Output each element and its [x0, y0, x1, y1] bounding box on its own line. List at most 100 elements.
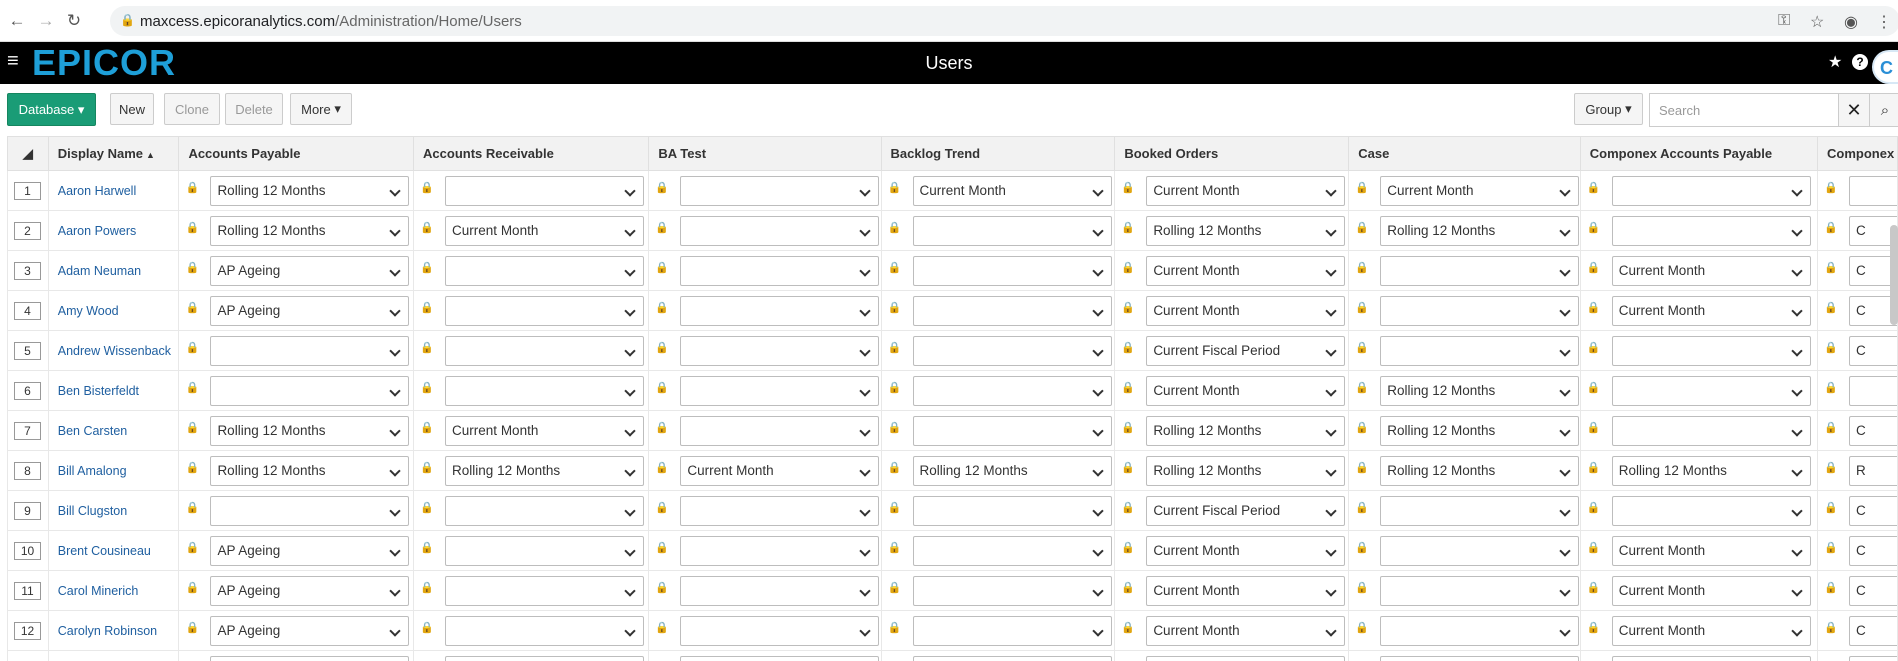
- lock-icon[interactable]: 🔒: [1587, 541, 1601, 554]
- lock-icon[interactable]: 🔒: [420, 501, 434, 514]
- dashboard-select[interactable]: Current Month: [1146, 376, 1346, 406]
- lock-icon[interactable]: 🔒: [185, 341, 199, 354]
- lock-icon[interactable]: 🔒: [1355, 501, 1369, 514]
- lock-icon[interactable]: 🔒: [185, 181, 199, 194]
- dashboard-select[interactable]: C: [1849, 616, 1897, 646]
- dashboard-select[interactable]: [912, 416, 1112, 446]
- user-name-link[interactable]: Bill Amalong: [49, 464, 127, 478]
- lock-icon[interactable]: 🔒: [655, 221, 669, 234]
- row-number[interactable]: 11: [14, 581, 41, 600]
- dashboard-select[interactable]: Current Month: [680, 456, 880, 486]
- dashboard-select[interactable]: [912, 496, 1112, 526]
- dashboard-select[interactable]: [1849, 376, 1897, 406]
- user-name-link[interactable]: Ben Carsten: [49, 424, 127, 438]
- dashboard-select[interactable]: [680, 256, 880, 286]
- dashboard-select[interactable]: C: [1849, 336, 1897, 366]
- lock-icon[interactable]: 🔒: [655, 461, 669, 474]
- lock-icon[interactable]: 🔒: [655, 581, 669, 594]
- lock-icon[interactable]: 🔒: [1824, 301, 1838, 314]
- favorite-star-icon[interactable]: ★: [1828, 52, 1842, 72]
- dashboard-select[interactable]: Rolling 12 Months: [210, 176, 410, 206]
- lock-icon[interactable]: 🔒: [1587, 501, 1601, 514]
- dashboard-select[interactable]: [1611, 216, 1811, 246]
- dashboard-select[interactable]: [445, 496, 645, 526]
- lock-icon[interactable]: 🔒: [185, 541, 199, 554]
- dashboard-select[interactable]: [680, 416, 880, 446]
- lock-icon[interactable]: 🔒: [185, 621, 199, 634]
- dashboard-select[interactable]: [445, 336, 645, 366]
- dashboard-select[interactable]: Current Month: [1611, 616, 1811, 646]
- dashboard-select[interactable]: Current Month: [912, 656, 1112, 661]
- forward-icon[interactable]: →: [35, 10, 57, 32]
- dashboard-select[interactable]: [445, 576, 645, 606]
- lock-icon[interactable]: 🔒: [1121, 181, 1135, 194]
- lock-icon[interactable]: 🔒: [1121, 381, 1135, 394]
- lock-icon[interactable]: 🔒: [655, 261, 669, 274]
- dashboard-select[interactable]: [912, 336, 1112, 366]
- dashboard-select[interactable]: C: [1849, 416, 1897, 446]
- dashboard-select[interactable]: [1380, 616, 1580, 646]
- dashboard-select[interactable]: Current Month: [1611, 296, 1811, 326]
- dashboard-select[interactable]: [445, 616, 645, 646]
- star-icon[interactable]: ☆: [1810, 12, 1824, 32]
- dashboard-select[interactable]: [445, 536, 645, 566]
- clone-button[interactable]: Clone: [164, 93, 220, 125]
- dashboard-select[interactable]: Current Month: [1611, 256, 1811, 286]
- lock-icon[interactable]: 🔒: [1355, 341, 1369, 354]
- lock-icon[interactable]: 🔒: [1355, 621, 1369, 634]
- dashboard-select[interactable]: [912, 296, 1112, 326]
- more-dropdown-button[interactable]: More ▾: [290, 93, 352, 125]
- dashboard-select[interactable]: [1380, 296, 1580, 326]
- lock-icon[interactable]: 🔒: [888, 341, 902, 354]
- lock-icon[interactable]: 🔒: [1121, 341, 1135, 354]
- lock-icon[interactable]: 🔒: [420, 221, 434, 234]
- lock-icon[interactable]: 🔒: [1824, 261, 1838, 274]
- vertical-scrollbar[interactable]: [1890, 225, 1898, 325]
- dashboard-select[interactable]: Rolling 12 Months: [912, 456, 1112, 486]
- user-name-link[interactable]: Ben Bisterfeldt: [49, 384, 139, 398]
- dashboard-select[interactable]: Rolling 12 Months: [1380, 456, 1580, 486]
- lock-icon[interactable]: 🔒: [888, 581, 902, 594]
- lock-icon[interactable]: 🔒: [420, 261, 434, 274]
- dashboard-select[interactable]: [210, 496, 410, 526]
- lock-icon[interactable]: 🔒: [655, 301, 669, 314]
- row-number[interactable]: 8: [14, 461, 41, 480]
- dashboard-select[interactable]: Current Month: [1146, 296, 1346, 326]
- row-number[interactable]: 7: [14, 421, 41, 440]
- lock-icon[interactable]: 🔒: [1121, 621, 1135, 634]
- dashboard-select[interactable]: Current Month: [1146, 256, 1346, 286]
- dashboard-select[interactable]: C: [1849, 656, 1897, 661]
- dashboard-select[interactable]: [912, 376, 1112, 406]
- lock-icon[interactable]: 🔒: [185, 461, 199, 474]
- column-header[interactable]: Case: [1348, 136, 1581, 171]
- lock-icon[interactable]: 🔒: [1824, 181, 1838, 194]
- lock-icon[interactable]: 🔒: [420, 621, 434, 634]
- help-icon[interactable]: ?: [1852, 54, 1868, 70]
- lock-icon[interactable]: 🔒: [420, 341, 434, 354]
- user-name-link[interactable]: Aaron Powers: [49, 224, 137, 238]
- lock-icon[interactable]: 🔒: [420, 421, 434, 434]
- row-number[interactable]: 6: [14, 381, 41, 400]
- lock-icon[interactable]: 🔒: [420, 461, 434, 474]
- lock-icon[interactable]: 🔒: [1121, 541, 1135, 554]
- row-number[interactable]: 9: [14, 501, 41, 520]
- lock-icon[interactable]: 🔒: [1824, 421, 1838, 434]
- lock-icon[interactable]: 🔒: [888, 461, 902, 474]
- dashboard-select[interactable]: Rolling 12 Months: [445, 456, 645, 486]
- lock-icon[interactable]: 🔒: [888, 621, 902, 634]
- lock-icon[interactable]: 🔒: [1355, 461, 1369, 474]
- user-name-link[interactable]: Adam Neuman: [49, 264, 141, 278]
- lock-icon[interactable]: 🔒: [185, 421, 199, 434]
- lock-icon[interactable]: 🔒: [1121, 461, 1135, 474]
- dashboard-select[interactable]: Current Month: [1380, 176, 1580, 206]
- lock-icon[interactable]: 🔒: [1587, 261, 1601, 274]
- dashboard-select[interactable]: Rolling 12 Months: [1146, 416, 1346, 446]
- dashboard-select[interactable]: [680, 616, 880, 646]
- lock-icon[interactable]: 🔒: [888, 301, 902, 314]
- column-header[interactable]: Backlog Trend: [880, 136, 1116, 171]
- column-header[interactable]: Accounts Payable: [178, 136, 415, 171]
- dashboard-select[interactable]: [680, 656, 880, 661]
- lock-icon[interactable]: 🔒: [1121, 421, 1135, 434]
- user-name-link[interactable]: Bill Clugston: [49, 504, 127, 518]
- lock-icon[interactable]: 🔒: [1355, 181, 1369, 194]
